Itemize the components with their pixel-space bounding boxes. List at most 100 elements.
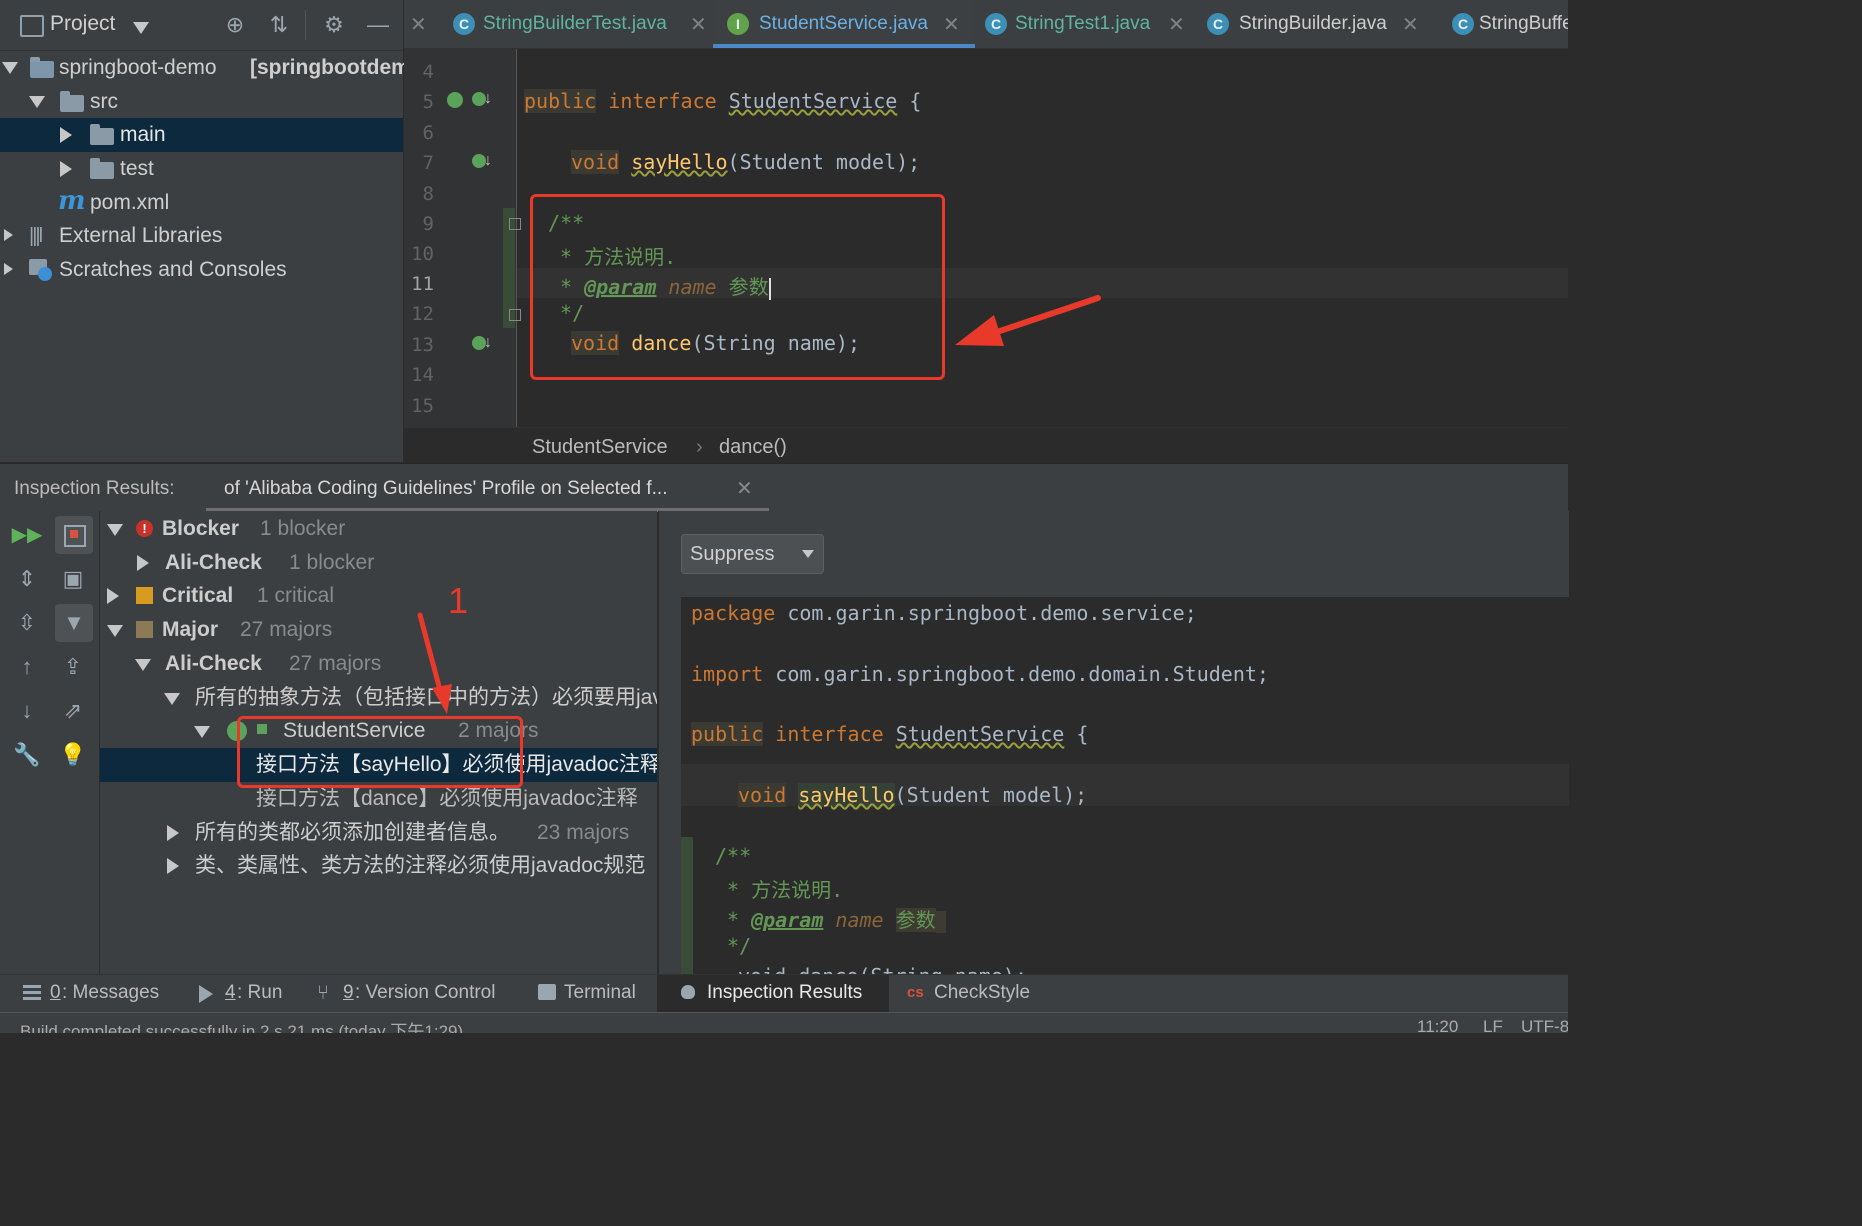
chevron-right-icon[interactable] — [60, 127, 72, 143]
caret-position[interactable]: 11:20 — [1417, 1017, 1458, 1033]
expand-all-icon[interactable]: ⇕ — [11, 563, 43, 595]
tree-label: 所有的类都必须添加创建者信息。 — [195, 821, 510, 844]
chevron-down-icon[interactable] — [135, 659, 151, 671]
tab-messages[interactable]: 0 : Messages — [20, 975, 170, 1013]
chevron-down-icon[interactable] — [29, 96, 45, 108]
close-icon[interactable]: ✕ — [690, 12, 707, 37]
arrow-down-icon: ↓ — [484, 334, 492, 351]
tree-item-src[interactable]: src — [0, 85, 403, 119]
annotation-arrow — [417, 612, 452, 714]
chevron-right-icon[interactable] — [60, 161, 72, 177]
chevron-down-icon[interactable] — [107, 524, 123, 536]
line-number: 15 — [411, 395, 434, 417]
open-external-icon[interactable]: ⇗ — [57, 695, 89, 727]
minimize-icon[interactable]: — — [362, 9, 394, 41]
tab-stringbuilder[interactable]: C StringBuilder.java ✕ — [1204, 0, 1444, 48]
close-icon[interactable]: ✕ — [1168, 12, 1185, 37]
chevron-down-icon[interactable] — [107, 625, 123, 637]
locate-icon[interactable]: ⊕ — [219, 9, 251, 41]
tab-studentservice[interactable]: I StudentService.java ✕ — [713, 0, 975, 48]
file-encoding[interactable]: UTF-8 — [1521, 1017, 1568, 1033]
chevron-down-icon[interactable] — [133, 22, 149, 34]
wrench-icon[interactable]: 🔧 — [11, 739, 43, 771]
tab-inspection-profile[interactable]: of 'Alibaba Coding Guidelines' Profile o… — [206, 464, 769, 512]
tree-item-scratches[interactable]: Scratches and Consoles — [0, 253, 403, 287]
code-text: com.garin.springboot.demo.service; — [775, 601, 1197, 625]
tree-item-external-libraries[interactable]: |||l External Libraries — [0, 219, 403, 253]
tab-label: of 'Alibaba Coding Guidelines' Profile o… — [224, 478, 668, 499]
close-icon[interactable]: ✕ — [1402, 12, 1419, 37]
close-icon[interactable]: ✕ — [943, 12, 960, 37]
text-cursor — [935, 910, 946, 933]
gear-icon[interactable]: ⚙ — [318, 9, 350, 41]
tree-label: src — [90, 90, 118, 113]
export-icon[interactable]: ⇪ — [57, 651, 89, 683]
checkstyle-icon: cs — [907, 984, 924, 1001]
tree-item-rule-javadoc-spec[interactable]: 类、类属性、类方法的注释必须使用javadoc规范 — [100, 849, 657, 883]
chevron-down-icon[interactable] — [164, 693, 180, 705]
tab-stringbuffer[interactable]: C StringBuffer — [1449, 0, 1568, 48]
tree-item-blocker[interactable]: ! Blocker 1 blocker — [100, 512, 657, 546]
chevron-right-icon[interactable] — [167, 858, 179, 874]
arrow-up-icon[interactable]: ↑ — [11, 651, 43, 683]
collapse-all-icon[interactable]: ⇳ — [11, 607, 43, 639]
chevron-right-icon[interactable] — [4, 263, 13, 275]
class-icon: C — [1452, 13, 1474, 35]
collapse-all-icon[interactable]: ⇅ — [263, 9, 295, 41]
tree-item-ali-check-major[interactable]: Ali-Check 27 majors — [100, 647, 657, 681]
arrow-down-icon[interactable]: ↓ — [11, 695, 43, 727]
messages-icon — [23, 985, 41, 988]
code-method: sayHello — [631, 150, 728, 174]
fold-icon[interactable] — [509, 218, 521, 230]
tab-run[interactable]: 4 : Run — [195, 975, 295, 1013]
tree-item-major[interactable]: Major 27 majors — [100, 613, 657, 647]
code-keyword: package — [691, 601, 776, 625]
tree-item-pom[interactable]: m pom.xml — [0, 186, 403, 220]
tree-item-main[interactable]: main — [0, 118, 403, 152]
annotation-box — [530, 194, 945, 380]
rerun-icon[interactable]: ▶▶ — [11, 519, 43, 551]
fold-icon[interactable] — [509, 309, 521, 321]
tab-checkstyle[interactable]: cs CheckStyle — [905, 975, 1055, 1013]
chevron-right-icon[interactable] — [107, 588, 119, 604]
spring-bean-icon[interactable] — [447, 92, 463, 108]
breadcrumb-item[interactable]: StudentService — [532, 436, 668, 459]
code-text: com.garin.springboot.demo.domain.Student… — [763, 662, 1269, 686]
tab-stringtest1[interactable]: C StringTest1.java ✕ — [982, 0, 1202, 48]
clock-icon — [38, 267, 52, 281]
breadcrumb-item[interactable]: dance() — [719, 436, 787, 459]
group-directory-icon[interactable]: ▣ — [57, 563, 89, 595]
line-separator[interactable]: LF — [1483, 1017, 1503, 1033]
code-keyword: public — [691, 722, 764, 746]
divider — [305, 10, 306, 40]
tab-stringbuildertest[interactable]: C StringBuilderTest.java ✕ — [449, 0, 711, 48]
tab-terminal[interactable]: Terminal — [536, 975, 651, 1013]
status-message[interactable]: Build completed successfully in 2 s 21 m… — [20, 1017, 463, 1033]
close-icon[interactable]: ✕ — [736, 476, 753, 501]
chevron-down-icon[interactable] — [194, 726, 210, 738]
line-number: 14 — [411, 364, 434, 386]
code-doc: * — [715, 908, 752, 932]
preview-code[interactable]: package com.garin.springboot.demo.servic… — [680, 597, 1569, 974]
tree-item-critical[interactable]: Critical 1 critical — [100, 579, 657, 613]
tab-label: : Messages — [62, 982, 160, 1003]
chevron-right-icon[interactable] — [137, 555, 149, 571]
tree-item-rule-javadoc[interactable]: 所有的抽象方法（包括接口中的方法）必须要用javadoc注释 — [100, 681, 657, 715]
line-number: 5 — [422, 91, 434, 113]
chevron-right-icon[interactable] — [167, 825, 179, 841]
tab-version-control[interactable]: ⑂ 9 : Version Control — [315, 975, 515, 1013]
tab-inspection-results[interactable]: Inspection Results — [657, 975, 889, 1013]
project-title[interactable]: Project — [50, 12, 115, 36]
tree-label: 类、类属性、类方法的注释必须使用javadoc规范 — [195, 854, 646, 877]
tree-item-springboot-demo[interactable]: springboot-demo [springbootdemo] — [0, 51, 430, 85]
code-method: sayHello — [798, 783, 895, 807]
project-view-icon[interactable] — [20, 15, 44, 37]
chevron-down-icon[interactable] — [2, 62, 18, 74]
suppress-dropdown[interactable]: Suppress — [681, 534, 824, 574]
close-icon[interactable]: ✕ — [410, 12, 427, 37]
lightbulb-icon[interactable]: 💡 — [57, 739, 89, 771]
tree-item-rule-creator[interactable]: 所有的类都必须添加创建者信息。 23 majors — [100, 816, 657, 850]
tree-item-ali-check-blocker[interactable]: Ali-Check 1 blocker — [100, 546, 657, 580]
tree-item-test[interactable]: test — [0, 152, 403, 186]
chevron-right-icon[interactable] — [4, 229, 13, 241]
